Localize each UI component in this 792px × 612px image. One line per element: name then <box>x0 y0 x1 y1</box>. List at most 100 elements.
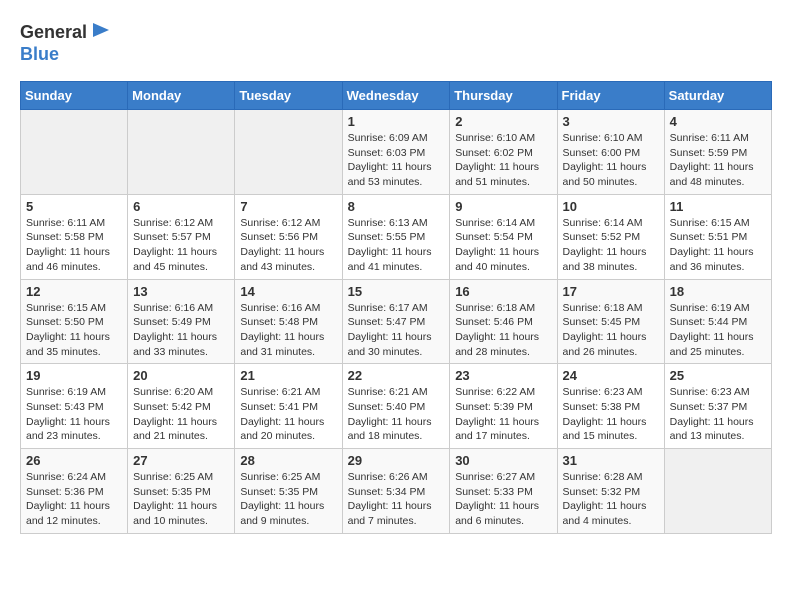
cell-info: Sunrise: 6:14 AMSunset: 5:52 PMDaylight:… <box>563 216 659 275</box>
cell-info: Sunrise: 6:26 AMSunset: 5:34 PMDaylight:… <box>348 470 445 529</box>
day-number: 29 <box>348 453 445 468</box>
calendar-cell: 24 Sunrise: 6:23 AMSunset: 5:38 PMDayligh… <box>557 364 664 449</box>
weekday-header-friday: Friday <box>557 82 664 110</box>
weekday-header-saturday: Saturday <box>664 82 771 110</box>
day-number: 30 <box>455 453 551 468</box>
calendar-cell: 25 Sunrise: 6:23 AMSunset: 5:37 PMDayligh… <box>664 364 771 449</box>
weekday-header-row: SundayMondayTuesdayWednesdayThursdayFrid… <box>21 82 772 110</box>
calendar-cell: 9 Sunrise: 6:14 AMSunset: 5:54 PMDaylight… <box>450 194 557 279</box>
cell-info: Sunrise: 6:19 AMSunset: 5:43 PMDaylight:… <box>26 385 122 444</box>
logo-flag-icon <box>89 20 113 44</box>
day-number: 28 <box>240 453 336 468</box>
day-number: 13 <box>133 284 229 299</box>
cell-info: Sunrise: 6:16 AMSunset: 5:48 PMDaylight:… <box>240 301 336 360</box>
calendar-cell <box>21 110 128 195</box>
day-number: 20 <box>133 368 229 383</box>
calendar-cell: 15 Sunrise: 6:17 AMSunset: 5:47 PMDayligh… <box>342 279 450 364</box>
week-row-4: 19 Sunrise: 6:19 AMSunset: 5:43 PMDayligh… <box>21 364 772 449</box>
weekday-header-thursday: Thursday <box>450 82 557 110</box>
calendar-cell: 4 Sunrise: 6:11 AMSunset: 5:59 PMDaylight… <box>664 110 771 195</box>
cell-info: Sunrise: 6:17 AMSunset: 5:47 PMDaylight:… <box>348 301 445 360</box>
cell-info: Sunrise: 6:12 AMSunset: 5:56 PMDaylight:… <box>240 216 336 275</box>
cell-info: Sunrise: 6:18 AMSunset: 5:46 PMDaylight:… <box>455 301 551 360</box>
calendar-cell: 5 Sunrise: 6:11 AMSunset: 5:58 PMDaylight… <box>21 194 128 279</box>
calendar-cell: 13 Sunrise: 6:16 AMSunset: 5:49 PMDayligh… <box>128 279 235 364</box>
weekday-header-monday: Monday <box>128 82 235 110</box>
cell-info: Sunrise: 6:13 AMSunset: 5:55 PMDaylight:… <box>348 216 445 275</box>
calendar-cell: 11 Sunrise: 6:15 AMSunset: 5:51 PMDayligh… <box>664 194 771 279</box>
week-row-1: 1 Sunrise: 6:09 AMSunset: 6:03 PMDaylight… <box>21 110 772 195</box>
page-header: General Blue <box>20 20 772 65</box>
calendar-cell: 8 Sunrise: 6:13 AMSunset: 5:55 PMDaylight… <box>342 194 450 279</box>
calendar-cell: 16 Sunrise: 6:18 AMSunset: 5:46 PMDayligh… <box>450 279 557 364</box>
day-number: 17 <box>563 284 659 299</box>
calendar-cell: 26 Sunrise: 6:24 AMSunset: 5:36 PMDayligh… <box>21 449 128 534</box>
cell-info: Sunrise: 6:16 AMSunset: 5:49 PMDaylight:… <box>133 301 229 360</box>
cell-info: Sunrise: 6:10 AMSunset: 6:00 PMDaylight:… <box>563 131 659 190</box>
day-number: 4 <box>670 114 766 129</box>
cell-info: Sunrise: 6:21 AMSunset: 5:40 PMDaylight:… <box>348 385 445 444</box>
calendar-cell: 30 Sunrise: 6:27 AMSunset: 5:33 PMDayligh… <box>450 449 557 534</box>
cell-info: Sunrise: 6:20 AMSunset: 5:42 PMDaylight:… <box>133 385 229 444</box>
day-number: 19 <box>26 368 122 383</box>
calendar-cell: 2Sunrise: 6:10 AMSunset: 6:02 PMDaylight… <box>450 110 557 195</box>
day-number: 15 <box>348 284 445 299</box>
week-row-3: 12 Sunrise: 6:15 AMSunset: 5:50 PMDayligh… <box>21 279 772 364</box>
day-number: 9 <box>455 199 551 214</box>
cell-info: Sunrise: 6:24 AMSunset: 5:36 PMDaylight:… <box>26 470 122 529</box>
calendar-cell: 27Sunrise: 6:25 AMSunset: 5:35 PMDayligh… <box>128 449 235 534</box>
cell-info: Sunrise: 6:15 AMSunset: 5:50 PMDaylight:… <box>26 301 122 360</box>
calendar-cell: 31 Sunrise: 6:28 AMSunset: 5:32 PMDayligh… <box>557 449 664 534</box>
calendar-cell: 14 Sunrise: 6:16 AMSunset: 5:48 PMDayligh… <box>235 279 342 364</box>
cell-info: Sunrise: 6:27 AMSunset: 5:33 PMDaylight:… <box>455 470 551 529</box>
cell-info: Sunrise: 6:11 AMSunset: 5:58 PMDaylight:… <box>26 216 122 275</box>
day-number: 8 <box>348 199 445 214</box>
day-number: 25 <box>670 368 766 383</box>
day-number: 6 <box>133 199 229 214</box>
week-row-2: 5 Sunrise: 6:11 AMSunset: 5:58 PMDaylight… <box>21 194 772 279</box>
day-number: 22 <box>348 368 445 383</box>
cell-info: Sunrise: 6:09 AMSunset: 6:03 PMDaylight:… <box>348 131 445 190</box>
day-number: 11 <box>670 199 766 214</box>
cell-info: Sunrise: 6:15 AMSunset: 5:51 PMDaylight:… <box>670 216 766 275</box>
day-number: 24 <box>563 368 659 383</box>
day-number: 12 <box>26 284 122 299</box>
cell-info: Sunrise: 6:22 AMSunset: 5:39 PMDaylight:… <box>455 385 551 444</box>
day-number: 23 <box>455 368 551 383</box>
cell-info: Sunrise: 6:12 AMSunset: 5:57 PMDaylight:… <box>133 216 229 275</box>
calendar-cell: 28Sunrise: 6:25 AMSunset: 5:35 PMDayligh… <box>235 449 342 534</box>
calendar-cell: 19 Sunrise: 6:19 AMSunset: 5:43 PMDayligh… <box>21 364 128 449</box>
day-number: 1 <box>348 114 445 129</box>
cell-info: Sunrise: 6:23 AMSunset: 5:38 PMDaylight:… <box>563 385 659 444</box>
calendar-cell: 6 Sunrise: 6:12 AMSunset: 5:57 PMDaylight… <box>128 194 235 279</box>
day-number: 7 <box>240 199 336 214</box>
calendar-cell: 22 Sunrise: 6:21 AMSunset: 5:40 PMDayligh… <box>342 364 450 449</box>
weekday-header-wednesday: Wednesday <box>342 82 450 110</box>
calendar-cell: 18 Sunrise: 6:19 AMSunset: 5:44 PMDayligh… <box>664 279 771 364</box>
cell-info: Sunrise: 6:28 AMSunset: 5:32 PMDaylight:… <box>563 470 659 529</box>
calendar-cell: 3 Sunrise: 6:10 AMSunset: 6:00 PMDaylight… <box>557 110 664 195</box>
day-number: 26 <box>26 453 122 468</box>
day-number: 16 <box>455 284 551 299</box>
calendar-cell: 20 Sunrise: 6:20 AMSunset: 5:42 PMDayligh… <box>128 364 235 449</box>
day-number: 31 <box>563 453 659 468</box>
calendar-cell: 7 Sunrise: 6:12 AMSunset: 5:56 PMDaylight… <box>235 194 342 279</box>
day-number: 5 <box>26 199 122 214</box>
logo-blue: Blue <box>20 44 59 64</box>
calendar-cell: 10Sunrise: 6:14 AMSunset: 5:52 PMDayligh… <box>557 194 664 279</box>
week-row-5: 26 Sunrise: 6:24 AMSunset: 5:36 PMDayligh… <box>21 449 772 534</box>
cell-info: Sunrise: 6:10 AMSunset: 6:02 PMDaylight:… <box>455 131 551 190</box>
logo-general: General <box>20 22 87 43</box>
logo: General Blue <box>20 20 113 65</box>
cell-info: Sunrise: 6:19 AMSunset: 5:44 PMDaylight:… <box>670 301 766 360</box>
calendar-table: SundayMondayTuesdayWednesdayThursdayFrid… <box>20 81 772 534</box>
day-number: 18 <box>670 284 766 299</box>
calendar-cell: 17 Sunrise: 6:18 AMSunset: 5:45 PMDayligh… <box>557 279 664 364</box>
day-number: 3 <box>563 114 659 129</box>
day-number: 14 <box>240 284 336 299</box>
cell-info: Sunrise: 6:18 AMSunset: 5:45 PMDaylight:… <box>563 301 659 360</box>
cell-info: Sunrise: 6:23 AMSunset: 5:37 PMDaylight:… <box>670 385 766 444</box>
cell-info: Sunrise: 6:11 AMSunset: 5:59 PMDaylight:… <box>670 131 766 190</box>
cell-info: Sunrise: 6:14 AMSunset: 5:54 PMDaylight:… <box>455 216 551 275</box>
calendar-cell: 23 Sunrise: 6:22 AMSunset: 5:39 PMDayligh… <box>450 364 557 449</box>
